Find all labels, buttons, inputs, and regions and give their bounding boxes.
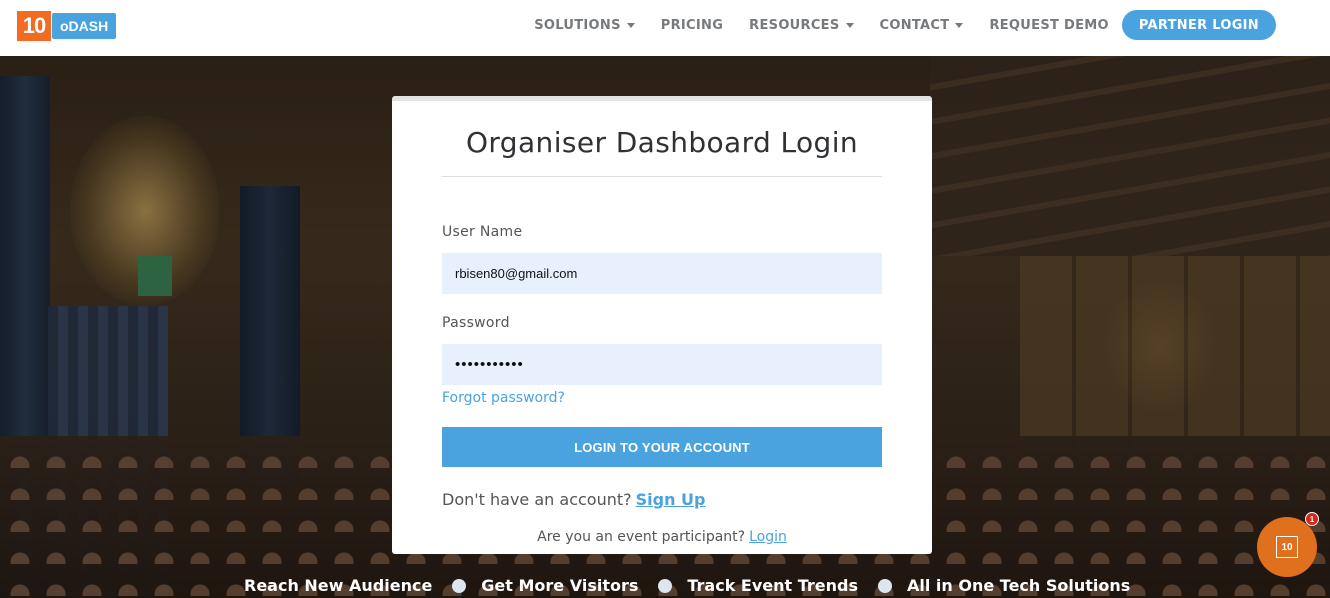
- username-field[interactable]: rbisen80@gmail.com: [442, 253, 882, 294]
- chevron-down-icon: [845, 23, 854, 28]
- bullet-dot: [452, 578, 467, 593]
- ticker-item: Reach New Audience: [244, 576, 433, 595]
- nav-resources[interactable]: RESOURCES: [749, 17, 854, 33]
- chevron-down-icon: [626, 23, 635, 28]
- nav-resources-label: RESOURCES: [749, 17, 840, 33]
- signup-row: Don't have an account? Sign Up: [442, 490, 706, 509]
- nav-contact[interactable]: CONTACT: [880, 18, 964, 33]
- partner-login-button[interactable]: PARTNER LOGIN: [1121, 10, 1276, 40]
- ticker-item: Get More Visitors: [481, 576, 639, 595]
- notification-badge: 1: [1305, 512, 1319, 526]
- participant-login-link[interactable]: Login: [749, 529, 787, 545]
- nav-solutions[interactable]: SOLUTIONS: [534, 18, 635, 33]
- login-card: Organiser Dashboard Login User Name rbis…: [392, 96, 932, 554]
- bullet-dot: [658, 578, 673, 593]
- title-divider: [442, 176, 882, 177]
- site-logo[interactable]: 10 oDASH: [17, 11, 117, 41]
- signup-link[interactable]: Sign Up: [636, 490, 706, 509]
- username-label: User Name: [442, 224, 523, 240]
- top-header: 10 oDASH SOLUTIONS PRICING RESOURCES CON…: [0, 0, 1330, 56]
- signup-prompt: Don't have an account?: [442, 490, 632, 509]
- forgot-password-link[interactable]: Forgot password?: [442, 390, 565, 406]
- ticker-item: Track Event Trends: [687, 576, 858, 595]
- chat-widget-button[interactable]: 10 1: [1257, 512, 1319, 577]
- chat-logo-icon: 10: [1276, 536, 1298, 558]
- feature-ticker: Reach New Audience Get More Visitors Tra…: [244, 576, 1130, 595]
- logo-word: oDASH: [52, 13, 117, 39]
- nav-request-demo[interactable]: REQUEST DEMO: [989, 18, 1108, 33]
- bullet-dot: [878, 578, 892, 593]
- logo-number: 10: [17, 11, 51, 41]
- main-nav: SOLUTIONS PRICING RESOURCES CONTACT REQU…: [508, 10, 1276, 40]
- login-button[interactable]: LOGIN TO YOUR ACCOUNT: [442, 427, 882, 467]
- nav-pricing[interactable]: PRICING: [661, 18, 723, 33]
- nav-pricing-label: PRICING: [660, 17, 724, 33]
- page-title: Organiser Dashboard Login: [465, 126, 859, 159]
- participant-row: Are you an event participant? Login: [392, 529, 932, 545]
- nav-contact-label: CONTACT: [879, 17, 950, 33]
- password-field[interactable]: •••••••••••: [442, 344, 882, 385]
- nav-solutions-label: SOLUTIONS: [534, 17, 621, 33]
- chevron-down-icon: [955, 23, 964, 28]
- participant-prompt: Are you an event participant?: [537, 529, 746, 545]
- nav-request-demo-label: REQUEST DEMO: [989, 17, 1109, 33]
- ticker-item: All in One Tech Solutions: [907, 576, 1131, 595]
- password-label: Password: [442, 315, 510, 331]
